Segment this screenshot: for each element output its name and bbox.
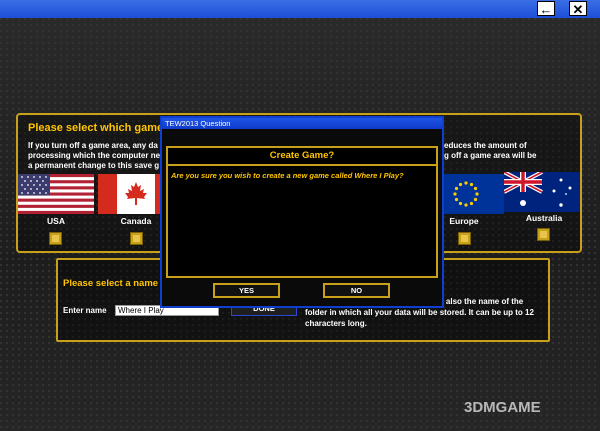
app-background: ← ✕ Please select which game are If you … [0,0,600,431]
game-area-desc-right-2: g off a game area will be [444,151,537,160]
game-area-desc-left-3: a permanent change to this save g [28,161,160,170]
canada-checkbox[interactable] [130,232,143,245]
usa-label: USA [47,216,65,226]
usa-flag-icon[interactable] [18,174,94,214]
close-icon[interactable]: ✕ [569,1,587,17]
dialog-message: Are you sure you wish to create a new ga… [171,171,404,180]
australia-label: Australia [525,213,563,223]
australia-checkbox[interactable] [537,228,550,241]
watermark-text: 3DMGAME [464,399,541,416]
game-area-desc-left-1: If you turn off a game area, any da [28,141,158,150]
game-area-desc-right-1: educes the amount of [444,141,527,150]
game-area-desc-left-2: processing which the computer ne [28,151,161,160]
back-arrow-icon[interactable]: ← [537,1,555,17]
enter-name-label: Enter name [63,306,107,315]
name-panel-title: Please select a name [63,278,159,289]
dialog-title: TEW2013 Question [162,118,442,129]
no-button[interactable]: NO [323,283,390,298]
australia-flag-icon[interactable] [504,172,580,212]
yes-button[interactable]: YES [213,283,280,298]
dialog-heading: Create Game? [166,146,438,166]
europe-checkbox[interactable] [458,232,471,245]
usa-checkbox[interactable] [49,232,62,245]
top-bar: ← ✕ [0,0,600,18]
